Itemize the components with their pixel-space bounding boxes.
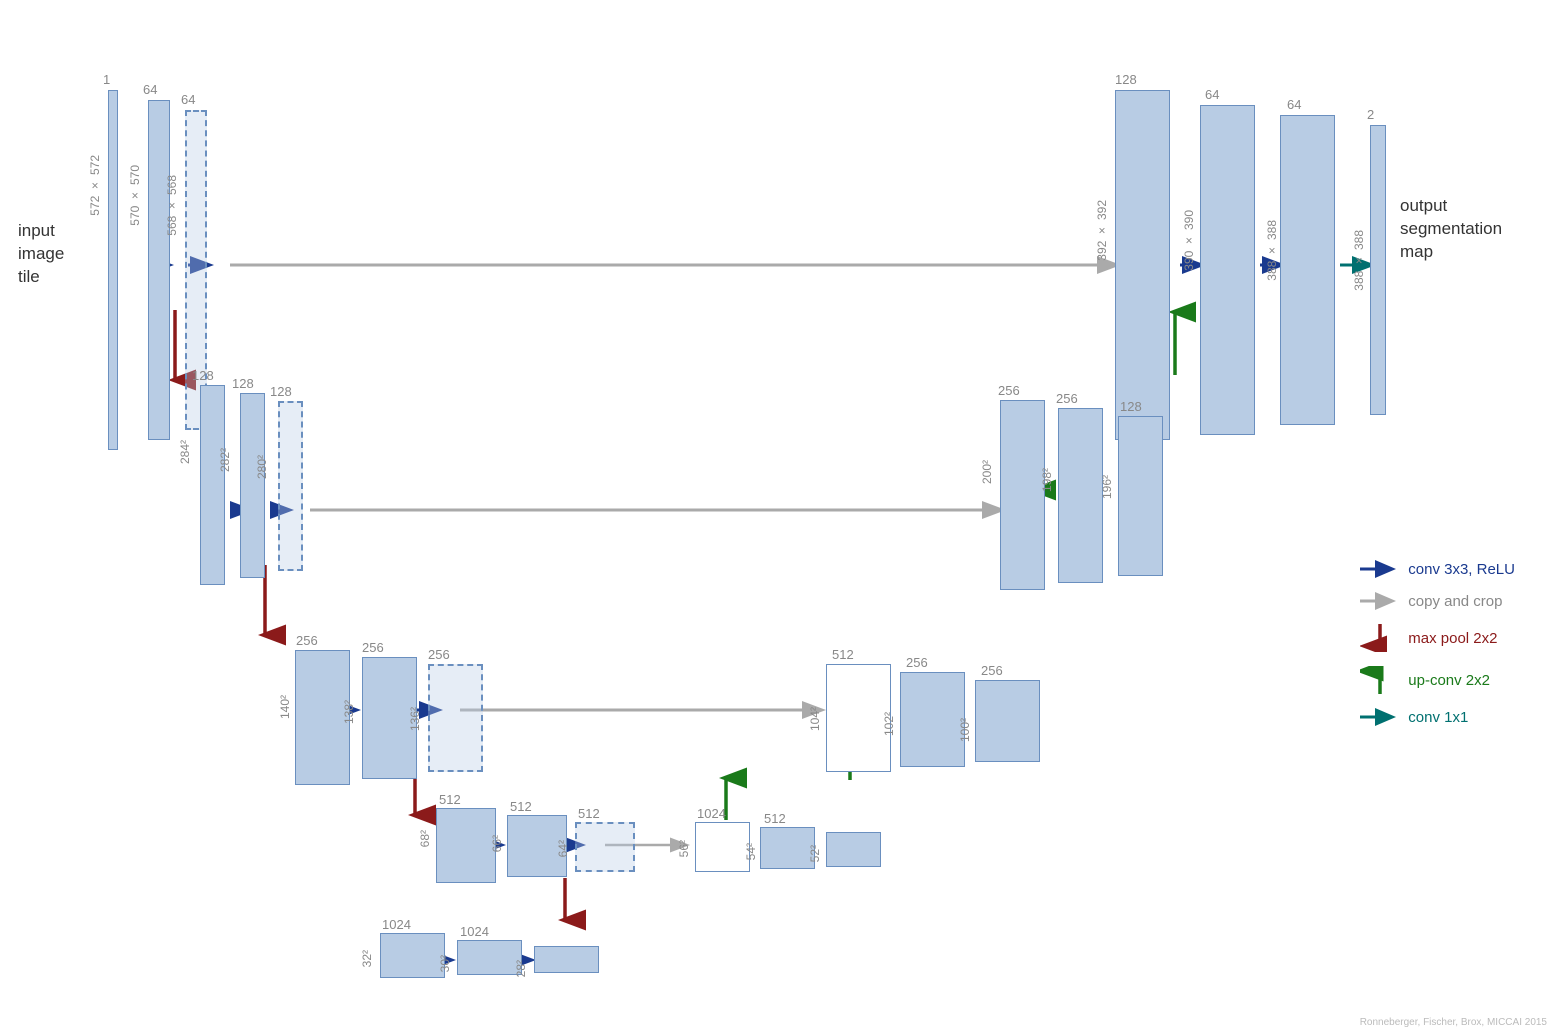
- block-r5-ch1024a: [380, 933, 445, 978]
- label-r3r-ch256b-side: 100²: [958, 718, 972, 742]
- legend-copy-crop: copy and crop: [1360, 592, 1515, 610]
- legend-conv1x1-label: conv 1x1: [1408, 709, 1468, 726]
- label-r1r-ch64b-side: 388 × 388: [1265, 220, 1279, 281]
- label-r5-ch1024a-side: 32²: [360, 950, 374, 967]
- label-r4r-ch512b-side: 52²: [808, 845, 822, 862]
- label-r1r-ch128-side: 392 × 392: [1095, 200, 1109, 261]
- block-r1-ch1: [108, 90, 118, 450]
- block-r5-ch1024b: [457, 940, 522, 975]
- label-r3-ch256a-side: 140²: [278, 695, 292, 719]
- block-r4-ch512c: [575, 822, 635, 872]
- label-r4r-ch512a-side: 54²: [744, 843, 758, 860]
- block-r1r-ch128: [1115, 90, 1170, 440]
- label-r5-ch1024a-top: 1024: [382, 917, 411, 932]
- block-r4r-ch1024-white: [695, 822, 750, 872]
- label-r3r-ch256a-side: 102²: [882, 712, 896, 736]
- label-r2r-ch256b-side: 198²: [1040, 468, 1054, 492]
- unet-diagram: inputimagetile 1 572 × 572 64 570 × 570 …: [0, 0, 1555, 1036]
- label-r4-ch512c-top: 512: [578, 806, 600, 821]
- block-r4-ch512a: [436, 808, 496, 883]
- legend-maxpool-label: max pool 2x2: [1408, 630, 1497, 647]
- legend-conv1x1: conv 1x1: [1360, 708, 1515, 726]
- label-r2r-ch256a-side: 200²: [980, 460, 994, 484]
- label-r2-ch128b-top: 128: [232, 376, 254, 391]
- label-r3-ch256a-top: 256: [296, 633, 318, 648]
- label-r2r-ch128-top: 128: [1120, 399, 1142, 414]
- label-r3r-ch256a-top: 256: [906, 655, 928, 670]
- label-r1-ch64a-top: 64: [143, 82, 157, 97]
- label-r1-ch64a-side: 570 × 570: [128, 165, 142, 226]
- block-r2-ch128b: [240, 393, 265, 578]
- label-r5-ch1024c-side: 28²: [514, 960, 528, 977]
- block-r5-ch1024c: [534, 946, 599, 973]
- label-r2r-ch256b-top: 256: [1056, 391, 1078, 406]
- label-r3-ch256b-side: 138²: [342, 700, 356, 724]
- legend-conv3x3-label: conv 3x3, ReLU: [1408, 561, 1515, 578]
- label-r4-ch512a-top: 512: [439, 792, 461, 807]
- legend-copy-crop-label: copy and crop: [1408, 593, 1502, 610]
- label-r2-ch128c-top: 128: [270, 384, 292, 399]
- legend-upconv-label: up-conv 2x2: [1408, 672, 1490, 689]
- block-r3r-ch256a: [900, 672, 965, 767]
- legend: conv 3x3, ReLU copy and crop: [1360, 560, 1515, 726]
- label-r2r-ch256a-top: 256: [998, 383, 1020, 398]
- label-r4-ch512b-side: 66²: [490, 835, 504, 852]
- label-r4r-ch1024w-side: 56²: [677, 840, 691, 857]
- label-r2r-ch128-side: 196²: [1100, 475, 1114, 499]
- label-r4r-ch1024w-top: 1024: [697, 806, 726, 821]
- block-r2r-ch128: [1118, 416, 1163, 576]
- label-r5-ch1024b-top: 1024: [460, 924, 489, 939]
- label-r3r-ch512w-side: 104²: [808, 707, 822, 731]
- label-r3r-ch512w-top: 512: [832, 647, 854, 662]
- label-r3-ch256c-side: 136²: [408, 707, 422, 731]
- label-r2-ch128a-top: 128: [192, 368, 214, 383]
- block-r2-ch128a: [200, 385, 225, 585]
- block-r2-ch128c: [278, 401, 303, 571]
- legend-upconv: up-conv 2x2: [1360, 666, 1515, 694]
- block-r1r-ch2: [1370, 125, 1386, 415]
- label-r1-ch1-top: 1: [103, 72, 110, 87]
- label-r4r-ch512a-top: 512: [764, 811, 786, 826]
- label-r1r-ch2-side: 388 × 388: [1352, 230, 1366, 291]
- label-r3r-ch256b-top: 256: [981, 663, 1003, 678]
- block-r1-ch64a: [148, 100, 170, 440]
- output-label: outputsegmentationmap: [1400, 195, 1502, 264]
- label-r1r-ch64b-top: 64: [1287, 97, 1301, 112]
- label-r4-ch512c-side: 64²: [556, 840, 570, 857]
- block-r4r-ch512b: [826, 832, 881, 867]
- label-r1-ch64b-top: 64: [181, 92, 195, 107]
- block-r1r-ch64a: [1200, 105, 1255, 435]
- label-r4-ch512b-top: 512: [510, 799, 532, 814]
- block-r4r-ch512a: [760, 827, 815, 869]
- label-r5-ch1024b-side: 30²: [438, 955, 452, 972]
- watermark: Ronneberger, Fischer, Brox, MICCAI 2015: [1360, 1017, 1547, 1028]
- block-r3r-ch256b: [975, 680, 1040, 762]
- label-r1-ch1-side: 572 × 572: [88, 155, 102, 216]
- input-label: inputimagetile: [18, 220, 64, 289]
- label-r2-ch128b-side: 282²: [218, 448, 232, 472]
- label-r2-ch128a-side: 284²: [178, 440, 192, 464]
- label-r3-ch256b-top: 256: [362, 640, 384, 655]
- label-r4-ch512a-side: 68²: [418, 830, 432, 847]
- block-r2r-ch256a: [1000, 400, 1045, 590]
- legend-maxpool: max pool 2x2: [1360, 624, 1515, 652]
- block-r2r-ch256b: [1058, 408, 1103, 583]
- block-r3-ch256c: [428, 664, 483, 772]
- label-r1r-ch64a-side: 390 × 390: [1182, 210, 1196, 271]
- block-r1r-ch64b: [1280, 115, 1335, 425]
- label-r2-ch128c-side: 280²: [255, 455, 269, 479]
- label-r3-ch256c-top: 256: [428, 647, 450, 662]
- label-r1-ch64b-side: 568 × 568: [165, 175, 179, 236]
- label-r1r-ch2-top: 2: [1367, 107, 1374, 122]
- legend-conv3x3: conv 3x3, ReLU: [1360, 560, 1515, 578]
- label-r1r-ch64a-top: 64: [1205, 87, 1219, 102]
- label-r1r-ch128-top: 128: [1115, 72, 1137, 87]
